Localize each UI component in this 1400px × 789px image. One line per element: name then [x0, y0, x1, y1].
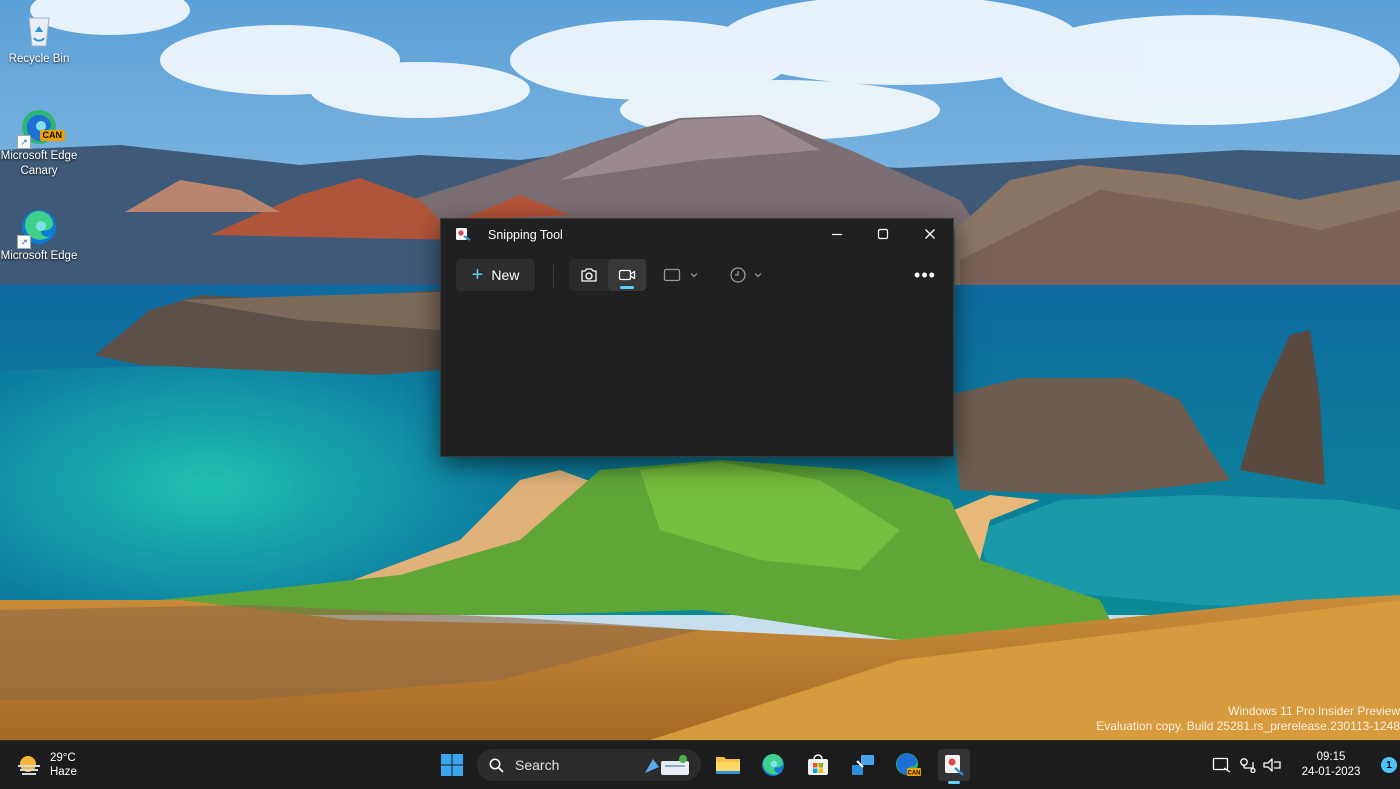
- chevron-down-icon: [754, 273, 762, 278]
- weather-condition: Haze: [50, 766, 77, 778]
- speaker-icon: [1263, 758, 1281, 772]
- store-icon: [808, 754, 828, 775]
- running-indicator: [948, 781, 960, 784]
- taskbar-microsoft-store[interactable]: [802, 749, 834, 781]
- desktop-icon-edge-canary[interactable]: ↗ CAN Microsoft Edge Canary: [0, 107, 78, 179]
- tray-network[interactable]: [1238, 749, 1258, 781]
- desktop-icon-label: Microsoft Edge: [0, 250, 78, 262]
- toolbar-divider: [553, 265, 554, 287]
- clock-time: 09:15: [1316, 751, 1346, 763]
- ellipsis-icon: •••: [914, 264, 936, 285]
- desktop-icon-label: Recycle Bin: [8, 53, 70, 65]
- new-button-label: New: [491, 267, 520, 283]
- tablet-icon: [1212, 757, 1231, 773]
- clock-icon: [730, 267, 746, 283]
- edge-canary-icon: CAN: [896, 753, 921, 777]
- desktop-icon-recycle-bin[interactable]: Recycle Bin: [0, 10, 78, 67]
- edge-icon: [762, 754, 784, 776]
- taskbar-snipping-tool[interactable]: [938, 749, 970, 784]
- watermark-line-2: Evaluation copy. Build 25281.rs_prerelea…: [1096, 719, 1400, 733]
- close-button[interactable]: [907, 219, 953, 249]
- shortcut-arrow-icon: ↗: [17, 235, 31, 249]
- screenshot-mode-button[interactable]: [570, 259, 608, 291]
- clock-date: 24-01-2023: [1301, 766, 1361, 778]
- network-icon: [1240, 758, 1256, 774]
- close-icon: [925, 229, 935, 239]
- windows-logo-icon: [441, 754, 463, 776]
- remote-desktop-icon: [852, 755, 874, 775]
- maximize-button[interactable]: [860, 219, 906, 249]
- search-icon: [489, 758, 504, 773]
- video-mode-button[interactable]: [608, 259, 646, 291]
- snipping-tool-icon: [945, 755, 964, 776]
- snipping-tool-window: Snipping Tool + New •••: [440, 218, 954, 457]
- canary-badge: CAN: [908, 771, 921, 777]
- shortcut-arrow-icon: ↗: [17, 135, 31, 149]
- canary-badge: CAN: [39, 130, 65, 141]
- taskbar-edge-canary[interactable]: CAN: [892, 749, 924, 781]
- weather-widget[interactable]: 29°C Haze: [16, 749, 106, 781]
- snip-shape-dropdown[interactable]: [663, 259, 699, 291]
- camera-icon: [581, 268, 597, 282]
- edge-canary-icon: ↗ CAN: [17, 107, 65, 149]
- folder-icon: [716, 757, 740, 774]
- taskbar-clock[interactable]: 09:15 24-01-2023: [1290, 750, 1372, 780]
- snipping-tool-app-icon: [455, 226, 471, 242]
- recycle-bin-icon: [19, 10, 59, 50]
- minimize-icon: [832, 233, 842, 236]
- taskbar: 29°C Haze Search CAN 09:15 24-01-2023 1: [0, 740, 1400, 789]
- start-button[interactable]: [436, 749, 468, 781]
- snip-toolbar: + New •••: [441, 249, 953, 297]
- search-highlight-illustration: [645, 755, 689, 775]
- more-options-button[interactable]: •••: [909, 259, 941, 291]
- tray-volume[interactable]: [1262, 749, 1282, 781]
- taskbar-search[interactable]: Search: [477, 749, 701, 781]
- desktop-icon-label: Microsoft Edge Canary: [0, 150, 78, 177]
- notification-badge[interactable]: 1: [1381, 757, 1397, 773]
- maximize-icon: [877, 228, 889, 240]
- haze-weather-icon: [18, 756, 40, 775]
- snip-content-area: [441, 297, 953, 456]
- edge-icon: ↗: [17, 207, 59, 249]
- windows-watermark: Windows 11 Pro Insider Preview Evaluatio…: [1096, 704, 1400, 734]
- search-label: Search: [515, 757, 560, 773]
- taskbar-remote-desktop[interactable]: [847, 749, 879, 781]
- new-snip-button[interactable]: + New: [456, 259, 535, 291]
- active-mode-indicator: [620, 286, 634, 289]
- weather-temperature: 29°C: [50, 752, 76, 764]
- desktop-icon-edge[interactable]: ↗ Microsoft Edge: [0, 207, 78, 264]
- taskbar-edge[interactable]: [757, 749, 789, 781]
- watermark-line-1: Windows 11 Pro Insider Preview: [1228, 704, 1400, 718]
- tray-tablet-mode[interactable]: [1212, 749, 1232, 781]
- chevron-down-icon: [690, 273, 698, 278]
- video-camera-icon: [618, 269, 636, 281]
- window-title: Snipping Tool: [488, 228, 563, 242]
- title-bar[interactable]: Snipping Tool: [441, 219, 953, 249]
- capture-mode-switch: [569, 259, 647, 291]
- minimize-button[interactable]: [814, 219, 860, 249]
- plus-icon: +: [471, 264, 484, 286]
- rectangle-snip-icon: [663, 268, 681, 282]
- delay-dropdown[interactable]: [729, 259, 763, 291]
- taskbar-file-explorer[interactable]: [712, 749, 744, 781]
